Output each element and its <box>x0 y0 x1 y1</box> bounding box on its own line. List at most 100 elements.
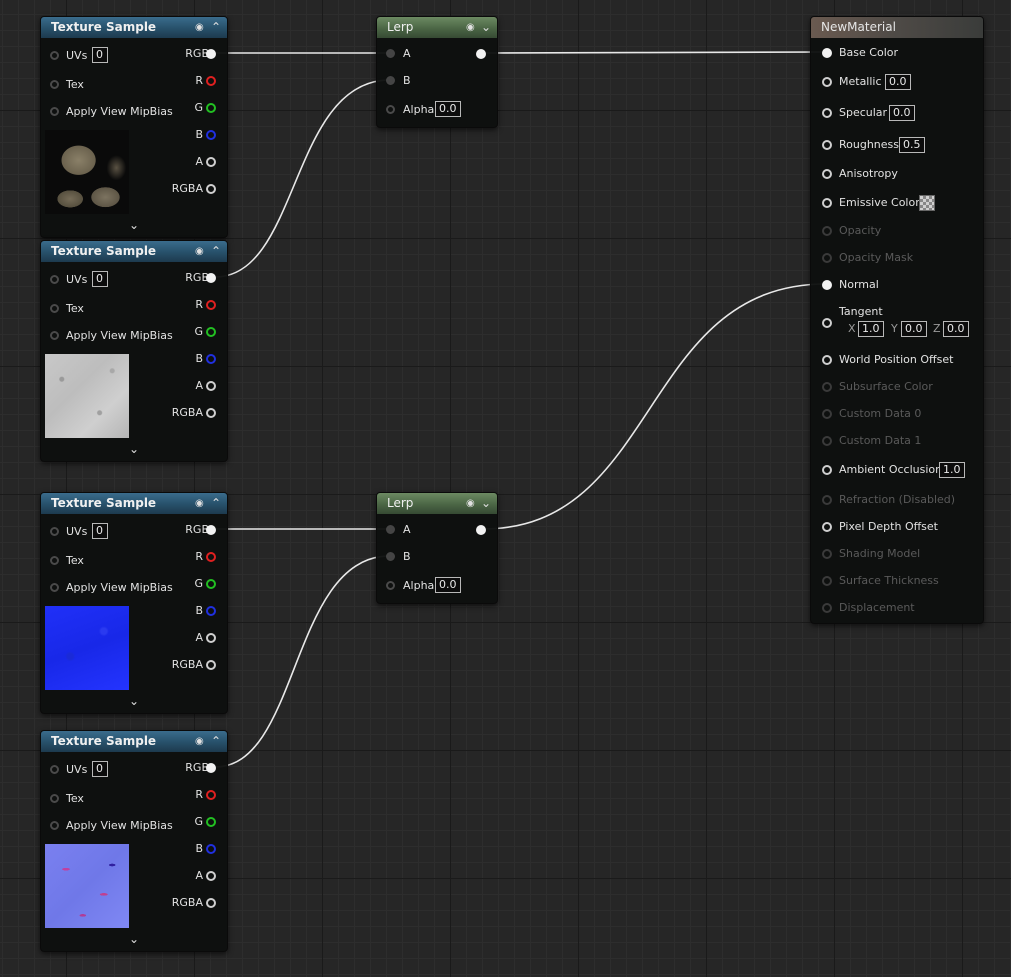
input-a-pin[interactable] <box>386 525 395 534</box>
output-rgb-pin[interactable] <box>206 763 216 773</box>
node-header[interactable]: Texture Sample ◉ ⌃ <box>41 241 227 262</box>
texture-sample-node-1[interactable]: Texture Sample ◉ ⌃ UVs 0 Tex Apply View … <box>40 16 228 238</box>
texture-sample-node-2[interactable]: Texture Sample ◉ ⌃ UVs 0 Tex Apply View … <box>40 240 228 462</box>
base-color-pin[interactable] <box>822 48 832 58</box>
anisotropy-pin[interactable] <box>822 169 832 179</box>
uvs-pin[interactable] <box>50 765 59 774</box>
output-a-pin[interactable] <box>206 633 216 643</box>
output-b-pin[interactable] <box>206 354 216 364</box>
output-pin[interactable] <box>476 525 486 535</box>
tangent-pin[interactable] <box>822 318 832 328</box>
expand-chevron-icon[interactable]: ⌄ <box>129 932 139 946</box>
uvs-input[interactable]: 0 <box>92 271 108 287</box>
mipbias-pin[interactable] <box>50 331 59 340</box>
output-r-pin[interactable] <box>206 790 216 800</box>
uvs-pin[interactable] <box>50 51 59 60</box>
output-rgb-pin[interactable] <box>206 525 216 535</box>
input-b-pin[interactable] <box>386 552 395 561</box>
ambient-occlusion-pin[interactable] <box>822 465 832 475</box>
mipbias-pin[interactable] <box>50 821 59 830</box>
ambient-occlusion-input[interactable]: 1.0 <box>939 462 965 478</box>
tangent-z-input[interactable]: 0.0 <box>943 321 969 337</box>
mipbias-pin[interactable] <box>50 107 59 116</box>
output-rgba-pin[interactable] <box>206 660 216 670</box>
node-title: Texture Sample <box>51 496 157 510</box>
texture-sample-node-4[interactable]: Texture Sample ◉ ⌃ UVs 0 Tex Apply View … <box>40 730 228 952</box>
specular-pin[interactable] <box>822 108 832 118</box>
collapse-icon[interactable]: ⌄ <box>481 17 491 38</box>
normal-pin[interactable] <box>822 280 832 290</box>
node-header[interactable]: Texture Sample ◉ ⌃ <box>41 17 227 38</box>
uvs-input[interactable]: 0 <box>92 47 108 63</box>
preview-toggle-icon[interactable]: ◉ <box>195 17 204 38</box>
specular-input[interactable]: 0.0 <box>889 105 915 121</box>
output-r-pin[interactable] <box>206 76 216 86</box>
lerp-node-2[interactable]: Lerp ◉ ⌄ A B Alpha 0.0 <box>376 492 498 604</box>
input-alpha-pin[interactable] <box>386 105 395 114</box>
output-rgba-pin[interactable] <box>206 184 216 194</box>
output-a-pin[interactable] <box>206 157 216 167</box>
output-r-pin[interactable] <box>206 300 216 310</box>
preview-toggle-icon[interactable]: ◉ <box>195 493 204 514</box>
world-position-offset-pin[interactable] <box>822 355 832 365</box>
uvs-pin[interactable] <box>50 275 59 284</box>
tangent-y-input[interactable]: 0.0 <box>901 321 927 337</box>
preview-toggle-icon[interactable]: ◉ <box>195 241 204 262</box>
tex-pin[interactable] <box>50 794 59 803</box>
output-rgba-pin[interactable] <box>206 408 216 418</box>
output-g-pin[interactable] <box>206 817 216 827</box>
node-header[interactable]: Texture Sample ◉ ⌃ <box>41 731 227 752</box>
collapse-icon[interactable]: ⌃ <box>211 493 221 514</box>
tex-pin[interactable] <box>50 304 59 313</box>
uvs-input[interactable]: 0 <box>92 761 108 777</box>
tex-pin[interactable] <box>50 80 59 89</box>
output-b-pin[interactable] <box>206 606 216 616</box>
output-b-pin[interactable] <box>206 130 216 140</box>
node-header[interactable]: NewMaterial <box>811 17 983 38</box>
material-result-node[interactable]: NewMaterial Base Color Metallic 0.0 Spec… <box>810 16 984 624</box>
output-g-pin[interactable] <box>206 327 216 337</box>
tex-pin[interactable] <box>50 556 59 565</box>
metallic-input[interactable]: 0.0 <box>885 74 911 90</box>
output-r-pin[interactable] <box>206 552 216 562</box>
output-rgba-pin[interactable] <box>206 898 216 908</box>
collapse-icon[interactable]: ⌃ <box>211 241 221 262</box>
node-header[interactable]: Texture Sample ◉ ⌃ <box>41 493 227 514</box>
input-alpha-pin[interactable] <box>386 581 395 590</box>
lerp-node-1[interactable]: Lerp ◉ ⌄ A B Alpha 0.0 <box>376 16 498 128</box>
collapse-icon[interactable]: ⌃ <box>211 17 221 38</box>
output-g-pin[interactable] <box>206 103 216 113</box>
metallic-pin[interactable] <box>822 77 832 87</box>
emissive-color-pin[interactable] <box>822 198 832 208</box>
preview-toggle-icon[interactable]: ◉ <box>466 493 475 514</box>
pixel-depth-offset-pin[interactable] <box>822 522 832 532</box>
roughness-pin[interactable] <box>822 140 832 150</box>
mipbias-pin[interactable] <box>50 583 59 592</box>
uvs-pin[interactable] <box>50 527 59 536</box>
expand-chevron-icon[interactable]: ⌄ <box>129 218 139 232</box>
expand-chevron-icon[interactable]: ⌄ <box>129 442 139 456</box>
output-a-pin[interactable] <box>206 381 216 391</box>
preview-toggle-icon[interactable]: ◉ <box>466 17 475 38</box>
expand-chevron-icon[interactable]: ⌄ <box>129 694 139 708</box>
node-header[interactable]: Lerp ◉ ⌄ <box>377 493 497 514</box>
collapse-icon[interactable]: ⌃ <box>211 731 221 752</box>
collapse-icon[interactable]: ⌄ <box>481 493 491 514</box>
output-pin[interactable] <box>476 49 486 59</box>
texture-sample-node-3[interactable]: Texture Sample ◉ ⌃ UVs 0 Tex Apply View … <box>40 492 228 714</box>
input-a-pin[interactable] <box>386 49 395 58</box>
preview-toggle-icon[interactable]: ◉ <box>195 731 204 752</box>
input-b-pin[interactable] <box>386 76 395 85</box>
emissive-color-swatch[interactable] <box>919 195 935 211</box>
alpha-input[interactable]: 0.0 <box>435 101 461 117</box>
node-header[interactable]: Lerp ◉ ⌄ <box>377 17 497 38</box>
uvs-input[interactable]: 0 <box>92 523 108 539</box>
alpha-input[interactable]: 0.0 <box>435 577 461 593</box>
output-rgb-pin[interactable] <box>206 273 216 283</box>
output-rgb-pin[interactable] <box>206 49 216 59</box>
output-a-pin[interactable] <box>206 871 216 881</box>
tangent-x-input[interactable]: 1.0 <box>858 321 884 337</box>
roughness-input[interactable]: 0.5 <box>899 137 925 153</box>
output-b-pin[interactable] <box>206 844 216 854</box>
output-g-pin[interactable] <box>206 579 216 589</box>
